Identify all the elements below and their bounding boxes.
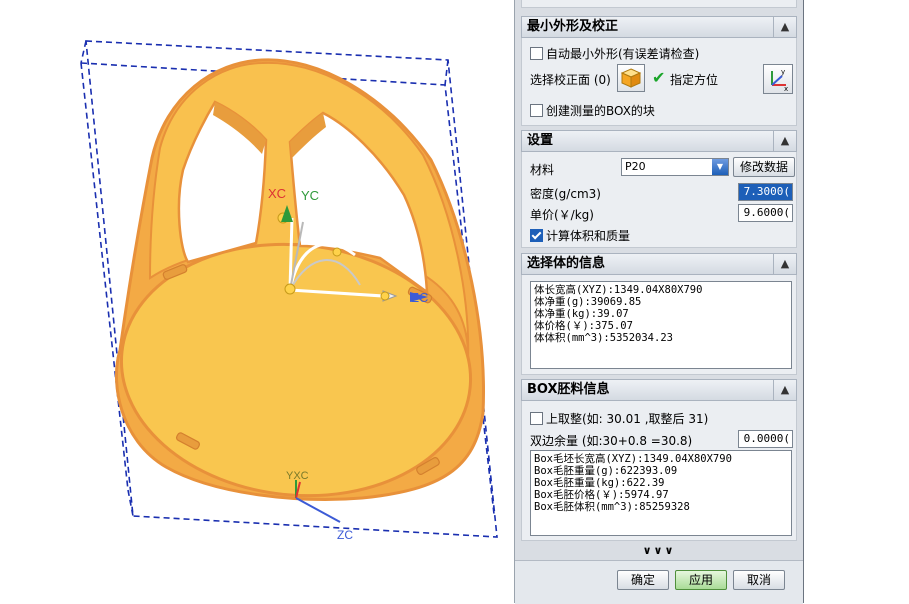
selected-info-section-title: 选择体的信息 xyxy=(527,256,606,271)
min-shape-section-title: 最小外形及校正 xyxy=(527,19,619,34)
list-item: Box毛胚重量(g):622393.09 xyxy=(534,465,678,477)
background-area xyxy=(804,0,909,603)
settings-section-title: 设置 xyxy=(527,133,554,148)
bottom-zc-axis-label: ZC xyxy=(337,528,353,542)
double-allowance-input[interactable]: 0.0000( xyxy=(738,430,793,448)
settings-section-header[interactable]: 设置 ▲ xyxy=(521,130,797,152)
modify-data-button[interactable]: 修改数据 xyxy=(733,157,795,177)
yc-axis-label: YC xyxy=(301,188,320,203)
list-item: 体净重(g):39069.85 xyxy=(534,296,642,308)
green-check-icon: ✔ xyxy=(652,68,666,87)
cancel-button[interactable]: 取消 xyxy=(733,570,785,590)
svg-text:y: y xyxy=(781,68,785,76)
chevron-up-icon[interactable]: ▲ xyxy=(773,380,796,400)
list-item: Box毛胚体积(mm^3):85259328 xyxy=(534,501,690,513)
create-box-block-label: 创建测量的BOX的块 xyxy=(546,104,655,118)
create-box-block-checkbox[interactable] xyxy=(530,104,543,117)
box-blank-section-title: BOX胚料信息 xyxy=(527,382,610,397)
previous-section-tail xyxy=(521,0,797,8)
double-allowance-label: 双边余量 (如:30+0.8 =30.8) xyxy=(530,434,693,448)
list-item: 体长宽高(XYZ):1349.04X80X790 xyxy=(534,284,703,296)
csys-orientation-icon[interactable]: x y xyxy=(763,64,793,94)
svg-text:x: x xyxy=(784,85,788,93)
density-label: 密度(g/cm3) xyxy=(530,187,601,201)
chevron-up-icon[interactable]: ▲ xyxy=(773,131,796,151)
dropdown-arrow-icon[interactable]: ▼ xyxy=(712,159,728,175)
material-select[interactable]: P20 ▼ xyxy=(621,158,729,176)
list-item: Box毛胚价格(￥):5974.97 xyxy=(534,489,669,501)
specify-orientation-row: 指定方位 xyxy=(670,71,718,88)
round-up-checkbox[interactable] xyxy=(530,412,543,425)
select-face-label: 选择校正面 (0) xyxy=(530,73,611,87)
round-up-label: 上取整(如: 30.01 ,取整后 31) xyxy=(546,412,709,426)
calc-volume-mass-row[interactable]: 计算体积和质量 xyxy=(530,227,630,244)
material-value: P20 xyxy=(625,160,646,173)
specify-orientation-label: 指定方位 xyxy=(670,73,719,87)
apply-button[interactable]: 应用 xyxy=(675,570,727,590)
settings-section-body: 材料 P20 ▼ 修改数据 密度(g/cm3) 7.3000( 单价(￥/kg)… xyxy=(521,152,797,248)
xc-axis-label: XC xyxy=(268,186,287,201)
density-input[interactable]: 7.3000( xyxy=(738,183,793,201)
cube-select-icon[interactable] xyxy=(617,64,645,92)
box-blank-section-body: 上取整(如: 30.01 ,取整后 31) 双边余量 (如:30+0.8 =30… xyxy=(521,401,797,541)
box-blank-section-header[interactable]: BOX胚料信息 ▲ xyxy=(521,379,797,401)
box-measure-dialog: 最小外形及校正 ▲ 自动最小外形(有误差请检查) 选择校正面 (0) ✔ 指定方… xyxy=(514,0,805,604)
list-item: Box毛坯长宽高(XYZ):1349.04X80X790 xyxy=(534,453,732,465)
auto-min-shape-checkbox[interactable] xyxy=(530,47,543,60)
min-shape-section-body: 自动最小外形(有误差请检查) 选择校正面 (0) ✔ 指定方位 x y 创建测量… xyxy=(521,38,797,126)
unit-price-input[interactable]: 9.6000( xyxy=(738,204,793,222)
material-label: 材料 xyxy=(530,163,555,177)
round-up-row[interactable]: 上取整(如: 30.01 ,取整后 31) xyxy=(530,410,708,427)
expand-more-chevrons[interactable]: ∨∨∨ xyxy=(521,544,797,558)
list-item: 体体积(mm^3):5352034.23 xyxy=(534,332,673,344)
selected-info-list[interactable]: 体长宽高(XYZ):1349.04X80X790 体净重(g):39069.85… xyxy=(530,281,792,369)
auto-min-shape-row[interactable]: 自动最小外形(有误差请检查) xyxy=(530,45,699,62)
part-model xyxy=(80,40,498,538)
chevron-up-icon[interactable]: ▲ xyxy=(773,17,796,37)
calc-volume-mass-label: 计算体积和质量 xyxy=(546,229,631,243)
chevron-up-icon[interactable]: ▲ xyxy=(773,254,796,274)
create-box-block-row[interactable]: 创建测量的BOX的块 xyxy=(530,102,655,119)
list-item: 体价格(￥):375.07 xyxy=(534,320,633,332)
min-shape-section-header[interactable]: 最小外形及校正 ▲ xyxy=(521,16,797,38)
selected-info-section-header[interactable]: 选择体的信息 ▲ xyxy=(521,253,797,275)
list-item: Box毛胚重量(kg):622.39 xyxy=(534,477,665,489)
dialog-footer: 确定 应用 取消 xyxy=(515,560,803,604)
calc-volume-mass-checkbox[interactable] xyxy=(530,229,543,242)
select-face-row: 选择校正面 (0) xyxy=(530,71,611,88)
selected-info-section-body: 体长宽高(XYZ):1349.04X80X790 体净重(g):39069.85… xyxy=(521,275,797,375)
graphics-viewport[interactable]: XC YC ZC YXC ZC xyxy=(0,0,512,603)
auto-min-shape-label: 自动最小外形(有误差请检查) xyxy=(546,47,700,61)
zc-axis-label: ZC xyxy=(411,290,429,305)
box-blank-info-list[interactable]: Box毛坯长宽高(XYZ):1349.04X80X790 Box毛胚重量(g):… xyxy=(530,450,792,536)
list-item: 体净重(kg):39.07 xyxy=(534,308,629,320)
ok-button[interactable]: 确定 xyxy=(617,570,669,590)
bottom-yxc-axis-label: YXC xyxy=(286,470,309,482)
unit-price-label: 单价(￥/kg) xyxy=(530,208,594,222)
